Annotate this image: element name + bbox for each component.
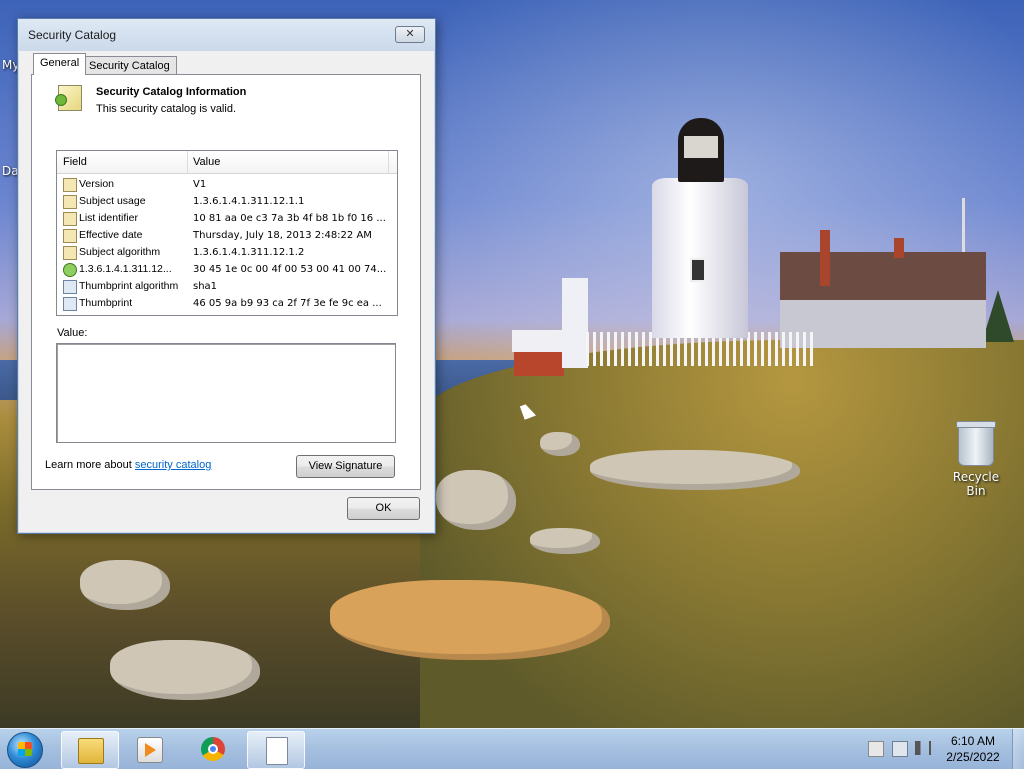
close-icon: ✕ [405, 27, 415, 40]
title-bar[interactable]: Security Catalog ✕ [18, 19, 435, 51]
field-name: List identifier [79, 212, 138, 224]
taskbar-chrome[interactable] [185, 731, 241, 767]
recycle-bin[interactable]: Recycle Bin [944, 421, 1008, 498]
security-catalog-icon [55, 85, 82, 111]
list-item[interactable]: Effective date Thursday, July 18, 2013 2… [57, 227, 397, 244]
clock-time: 6:10 AM [950, 734, 996, 748]
list-item[interactable]: 1.3.6.1.4.1.311.12... 30 45 1e 0c 00 4f … [57, 261, 397, 278]
column-header-field[interactable]: Field [57, 151, 188, 173]
field-name: 1.3.6.1.4.1.311.12... [79, 263, 172, 275]
list-item[interactable]: Subject usage 1.3.6.1.4.1.311.12.1.1 [57, 193, 397, 210]
clock-date: 2/25/2022 [946, 750, 1000, 764]
recycle-bin-icon [956, 421, 996, 466]
field-name: Effective date [79, 229, 143, 241]
field-value: 1.3.6.1.4.1.311.12.1.2 [193, 247, 305, 258]
value-textbox[interactable] [56, 343, 396, 443]
certificate-field-icon [63, 212, 77, 226]
list-item[interactable]: Subject algorithm 1.3.6.1.4.1.311.12.1.2 [57, 244, 397, 261]
lighthouse-window [690, 258, 706, 282]
fields-listview[interactable]: Field Value Version V1 Subject usage 1.3… [56, 150, 398, 316]
field-value: Thursday, July 18, 2013 2:48:22 AM [193, 230, 372, 241]
field-value: 30 45 1e 0c 00 4f 00 53 00 41 00 74... [193, 264, 387, 275]
general-tab-panel: Security Catalog Information This securi… [31, 74, 421, 490]
property-icon [63, 280, 77, 294]
column-header-value[interactable]: Value [187, 151, 389, 173]
rock [80, 560, 170, 610]
field-value: V1 [193, 179, 207, 190]
field-name: Thumbprint [79, 297, 133, 309]
taskbar-security-catalog-window[interactable] [247, 731, 305, 769]
rock [436, 470, 516, 530]
shed-roof [512, 330, 566, 352]
chrome-icon [201, 737, 225, 761]
security-catalog-dialog: Security Catalog ✕ General Security Cata… [17, 18, 436, 534]
windows-logo-icon [18, 742, 32, 756]
list-item[interactable]: Thumbprint algorithm sha1 [57, 278, 397, 295]
keeper-house-roof [780, 252, 986, 302]
property-icon [63, 297, 77, 311]
field-value: 46 05 9a b9 93 ca 2f 7f 3e fe 9c ea ... [193, 298, 382, 309]
dialog-title: Security Catalog [28, 28, 117, 42]
grassy-hill [420, 340, 1024, 740]
rock [110, 640, 260, 700]
field-name: Thumbprint algorithm [79, 280, 179, 292]
file-icon [266, 737, 288, 765]
field-value: 1.3.6.1.4.1.311.12.1.1 [193, 196, 305, 207]
taskbar-windows-explorer[interactable] [61, 731, 119, 769]
rock [330, 580, 610, 660]
chimney [894, 238, 904, 258]
view-signature-button[interactable]: View Signature [296, 455, 395, 478]
lantern-glass [684, 136, 718, 158]
taskbar-media-player[interactable] [121, 731, 177, 767]
close-button[interactable]: ✕ [395, 26, 425, 43]
field-value: sha1 [193, 281, 218, 292]
learn-more-text: Learn more about security catalog [45, 459, 211, 471]
rock [590, 450, 800, 490]
value-label: Value: [57, 327, 88, 339]
tab-security-catalog[interactable]: Security Catalog [82, 56, 177, 76]
certificate-field-icon [63, 178, 77, 192]
tab-general[interactable]: General [33, 53, 87, 75]
volume-icon[interactable] [915, 741, 931, 755]
network-icon[interactable] [892, 741, 908, 757]
list-item[interactable]: List identifier 10 81 aa 0e c3 7a 3b 4f … [57, 210, 397, 227]
info-subtitle: This security catalog is valid. [96, 103, 236, 115]
field-value: 10 81 aa 0e c3 7a 3b 4f b8 1b f0 16 ... [193, 213, 386, 224]
certificate-field-icon [63, 195, 77, 209]
learn-more-prefix: Learn more about [45, 459, 135, 471]
certificate-field-icon [63, 229, 77, 243]
ok-button[interactable]: OK [347, 497, 420, 520]
field-name: Subject usage [79, 195, 146, 207]
media-player-icon [137, 737, 163, 763]
listview-header: Field Value [57, 151, 397, 174]
field-name: Version [79, 178, 115, 190]
rock [530, 528, 600, 554]
list-item[interactable]: Version V1 [57, 176, 397, 193]
certificate-field-icon [63, 246, 77, 260]
recycle-bin-label: Recycle Bin [952, 470, 1000, 498]
pine-tree [982, 290, 1014, 342]
info-title: Security Catalog Information [96, 86, 247, 98]
bell-tower [562, 278, 588, 368]
show-desktop-button[interactable] [1012, 729, 1024, 769]
taskbar: 6:10 AM 2/25/2022 [0, 728, 1024, 769]
start-button[interactable] [7, 732, 43, 768]
chimney [820, 230, 830, 286]
field-name: Subject algorithm [79, 246, 161, 258]
windows-explorer-icon [78, 738, 104, 764]
security-catalog-link[interactable]: security catalog [135, 459, 211, 471]
action-center-flag-icon[interactable] [868, 741, 884, 757]
extension-icon [63, 263, 77, 277]
list-item[interactable]: Thumbprint 46 05 9a b9 93 ca 2f 7f 3e fe… [57, 295, 397, 312]
system-clock[interactable]: 6:10 AM 2/25/2022 [940, 733, 1006, 765]
rock [540, 432, 580, 456]
